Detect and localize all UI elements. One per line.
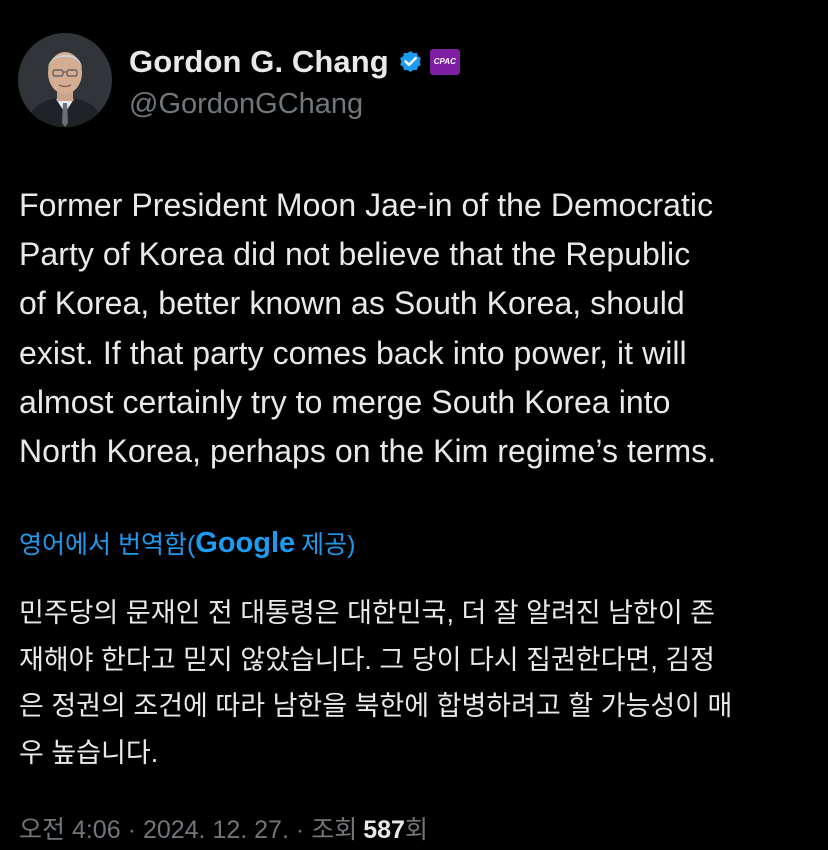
affiliate-badge-text: CPAC: [433, 57, 456, 66]
meta-separator: ·: [127, 816, 136, 844]
name-row: Gordon G. Chang CPAC: [129, 40, 460, 84]
tweet-line: Former President Moon Jae-in of the Demo…: [19, 187, 714, 223]
cpac-affiliate-badge[interactable]: CPAC: [429, 48, 460, 75]
tweet-body: Former President Moon Jae-in of the Demo…: [19, 181, 819, 476]
views-unit: 회: [404, 816, 428, 844]
author-names: Gordon G. Chang CPAC @GordonGChang: [129, 40, 460, 121]
translated-line: 우 높습니다.: [19, 737, 159, 768]
translated-body: 민주당의 문재인 전 대통령은 대한민국, 더 잘 알려진 남한이 존 재해야 …: [19, 590, 819, 776]
views-label: 조회: [311, 816, 358, 844]
tweet-line: exist. If that party comes back into pow…: [19, 334, 687, 371]
verified-badge-icon[interactable]: [397, 48, 424, 75]
tweet-line: of Korea, better known as South Korea, s…: [19, 285, 685, 322]
user-handle[interactable]: @GordonGChang: [129, 88, 460, 121]
translation-provider: Google: [195, 526, 296, 559]
translated-line: 재해야 한다고 믿지 않았습니다. 그 당이 다시 집권한다면, 김정: [19, 644, 716, 675]
tweet-header: Gordon G. Chang CPAC @GordonGChang: [18, 32, 460, 128]
tweet-line: almost certainly try to merge South Kore…: [19, 383, 671, 420]
translation-toggle[interactable]: 영어에서 번역함( Google 제공): [19, 523, 356, 563]
meta-separator: ·: [295, 816, 305, 844]
translated-line: 민주당의 문재인 전 대통령은 대한민국, 더 잘 알려진 남한이 존: [19, 598, 716, 628]
translated-line: 은 정권의 조건에 따라 남한을 북한에 합병하려고 할 가능성이 매: [19, 691, 733, 721]
tweet-line: Party of Korea did not believe that the …: [19, 236, 691, 273]
tweet-time[interactable]: 오전 4:06: [19, 810, 121, 846]
avatar[interactable]: [18, 33, 112, 127]
tweet-line: North Korea, perhaps on the Kim regime’s…: [19, 433, 717, 470]
translation-prefix: 영어에서 번역함(: [19, 531, 196, 559]
avatar-image: [18, 33, 112, 127]
display-name[interactable]: Gordon G. Chang: [129, 44, 389, 80]
tweet-meta: 오전 4:06 · 2024. 12. 27. · 조회 587 회: [19, 810, 428, 846]
tweet-date[interactable]: 2024. 12. 27.: [143, 816, 289, 845]
translation-suffix: 제공): [301, 531, 356, 559]
views-count[interactable]: 587: [363, 816, 405, 845]
